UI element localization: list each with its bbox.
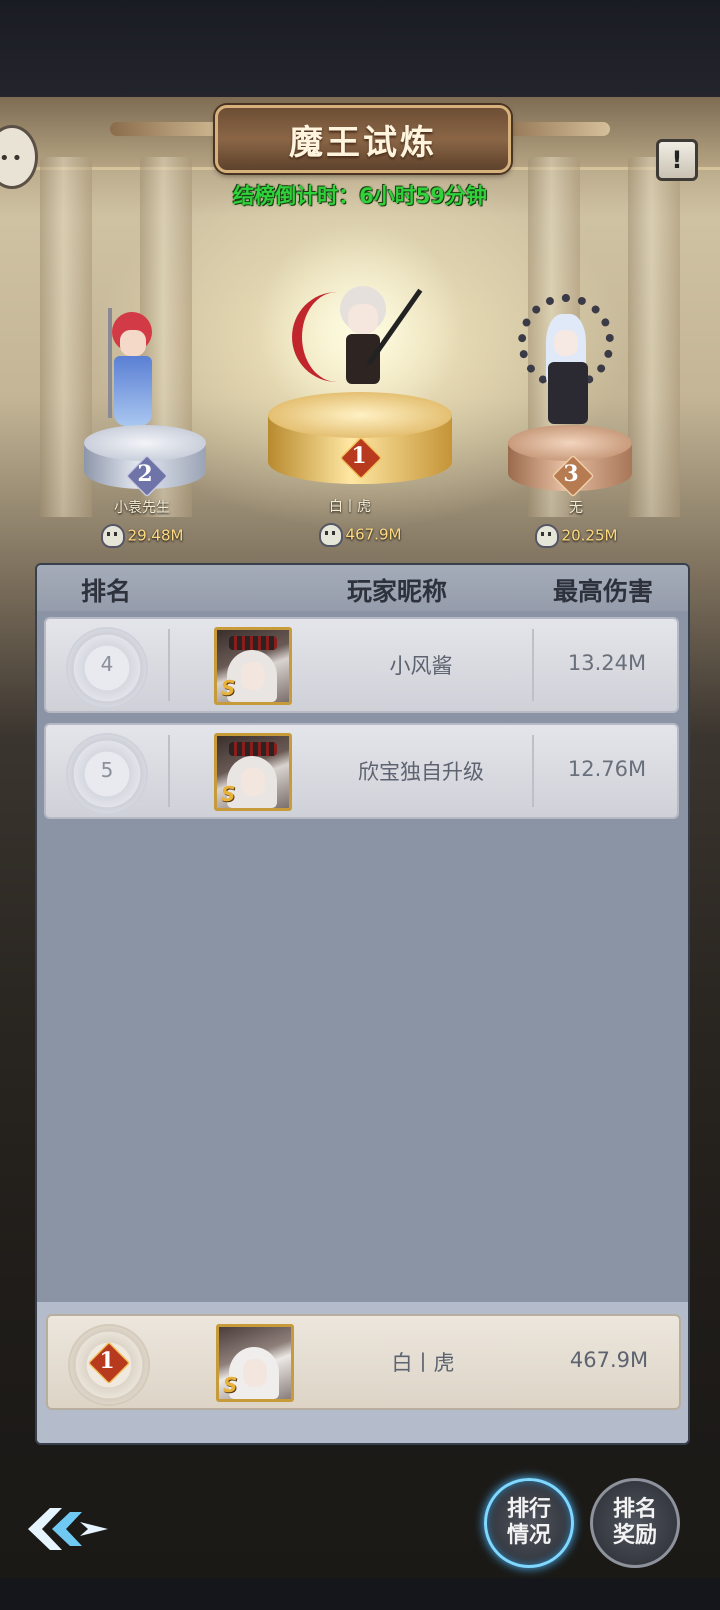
podium-second-name: 小袁先生	[114, 500, 170, 516]
ranking-panel: 排名 玩家昵称 最高伤害 4 S 小风酱 13.24M 5 S 欣宝独自升级 1…	[35, 563, 690, 1445]
exclamation-icon: !	[671, 146, 683, 174]
character-third	[502, 290, 632, 435]
banner-wing-left	[110, 122, 230, 136]
game-logo-icon[interactable]	[22, 1500, 114, 1558]
skull-icon	[100, 524, 125, 548]
title-banner: 魔王试炼	[215, 105, 511, 173]
rank-badge-2: 2	[125, 454, 169, 498]
skull-icon	[318, 523, 343, 547]
ranking-reward-label-2: 奖励	[612, 1523, 657, 1548]
header-player-name: 玩家昵称	[347, 577, 448, 606]
chat-bubble-icon: ••	[0, 148, 25, 169]
ranking-row[interactable]: 4 S 小风酱 13.24M	[44, 617, 679, 713]
ranking-reward-label-1: 排名	[612, 1497, 657, 1522]
player-damage: 12.76M	[567, 757, 647, 781]
rank-badge-1: 1	[87, 1341, 131, 1385]
my-damage: 467.9M	[569, 1348, 649, 1372]
rank-badge-3: 3	[551, 454, 595, 498]
rank-badge-1: 1	[339, 436, 383, 480]
ranking-reward-button[interactable]: 排名 奖励	[590, 1478, 680, 1568]
player-avatar[interactable]: S	[214, 627, 292, 705]
header-max-damage: 最高伤害	[553, 577, 654, 606]
header-rank: 排名	[81, 577, 132, 606]
page-title: 魔王试炼	[289, 122, 437, 163]
rank-number: 4	[100, 652, 114, 676]
my-avatar[interactable]: S	[216, 1324, 294, 1402]
my-name: 白丨虎	[391, 1351, 455, 1375]
bottom-letterbox	[0, 1578, 720, 1610]
player-name: 欣宝独自升级	[358, 760, 484, 784]
rank-number: 5	[100, 758, 114, 782]
ranking-row[interactable]: 5 S 欣宝独自升级 12.76M	[44, 723, 679, 819]
ranking-header: 排名 玩家昵称 最高伤害	[37, 565, 688, 611]
player-damage: 13.24M	[567, 651, 647, 675]
podium-third-name: 无	[569, 500, 583, 516]
podium-first-damage: 467.9M	[280, 523, 440, 547]
character-second	[100, 308, 170, 432]
podium-third-damage: 20.25M	[496, 524, 656, 548]
skull-icon	[534, 524, 559, 548]
ranking-status-label-1: 排行	[506, 1497, 551, 1522]
info-button[interactable]: !	[656, 139, 698, 181]
player-avatar[interactable]: S	[214, 733, 292, 811]
ranking-status-label-2: 情况	[506, 1523, 551, 1548]
podium-second-damage: 29.48M	[62, 524, 222, 548]
countdown-timer: 结榜倒计时：6小时59分钟	[233, 184, 487, 208]
top-letterbox	[0, 0, 720, 97]
character-first	[292, 282, 423, 407]
my-rank-row[interactable]: 1 S 白丨虎 467.9M	[46, 1314, 681, 1410]
podium-first-name: 白丨虎	[329, 499, 371, 515]
player-name: 小风酱	[389, 654, 453, 678]
ranking-status-button[interactable]: 排行 情况	[484, 1478, 574, 1568]
